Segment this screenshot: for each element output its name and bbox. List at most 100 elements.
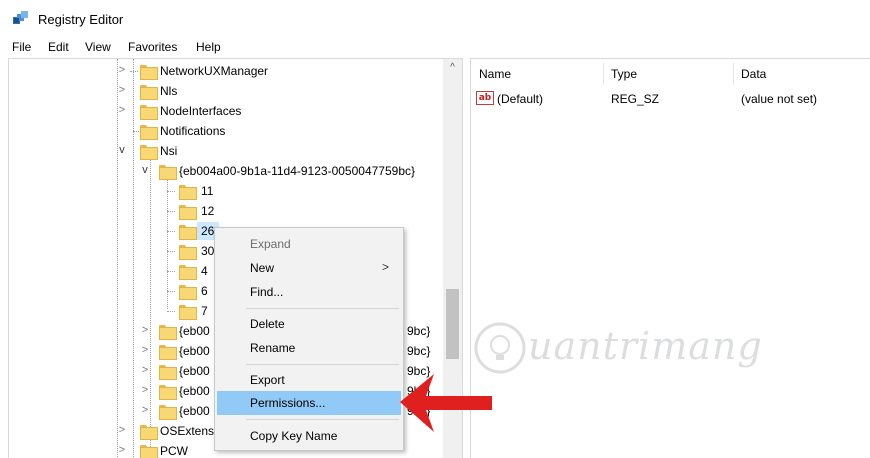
tree-item-label: 7 [201,304,208,318]
menu-view[interactable]: View [85,40,111,54]
tree-item-nls[interactable]: > Nls [9,81,462,101]
tree-item-label: PCW [160,444,188,458]
folder-icon [179,205,197,220]
tree-item-label: {eb00 [179,404,210,418]
folder-icon [140,445,158,458]
scroll-thumb[interactable] [446,289,459,359]
chevron-right-icon[interactable]: > [117,424,127,436]
tree-item-label: OSExtens [160,424,215,438]
menu-help[interactable]: Help [196,40,221,54]
menu-item-expand[interactable]: Expand [217,232,401,256]
folder-icon [140,85,158,100]
folder-icon [159,325,177,340]
folder-icon [179,185,197,200]
column-header-name[interactable]: Name [479,67,511,81]
submenu-arrow-icon: > [381,260,389,274]
tree-item-label: NodeInterfaces [160,104,242,118]
menu-bar: File Edit View Favorites Help [0,38,870,58]
tree-connector [167,231,175,232]
tree-item-nsi[interactable]: v Nsi [9,141,462,161]
tree-connector [167,271,175,272]
tree-item-label: 4 [201,264,208,278]
folder-icon [179,245,197,260]
folder-icon [179,285,197,300]
folder-icon [179,225,197,240]
chevron-right-icon[interactable]: > [140,364,150,376]
tree-item-label: {eb00 [179,384,210,398]
tree-connector [167,251,175,252]
tree-item-label-suffix: 9bc} [407,344,431,358]
folder-icon [140,65,158,80]
tree-item-label: Nls [160,84,178,98]
menu-item-label: Copy Key Name [250,429,338,443]
menu-item-label: Delete [250,317,285,331]
menu-favorites[interactable]: Favorites [128,40,177,54]
tree-item-label: 26 [201,224,215,238]
tree-item-label: Notifications [160,124,226,138]
menu-item-copy-key-name[interactable]: Copy Key Name [217,424,401,448]
tree-item-label: 30 [201,244,215,258]
chevron-right-icon[interactable]: > [140,324,150,336]
menu-item-label: Permissions... [250,396,326,410]
menu-separator [246,364,399,365]
chevron-right-icon[interactable]: > [140,344,150,356]
folder-icon [159,385,177,400]
value-name: (Default) [497,92,544,106]
tree-item-networkuxmanager[interactable]: > NetworkUXManager [9,61,462,81]
tree-item-label: 12 [201,204,215,218]
column-separator[interactable] [733,63,734,85]
tree-item-notifications[interactable]: Notifications [9,121,462,141]
window-title: Registry Editor [38,12,124,27]
chevron-down-icon[interactable]: v [117,144,127,156]
menu-file[interactable]: File [12,40,31,54]
tree-connector [167,291,175,292]
menu-item-label: Rename [250,341,296,355]
menu-item-delete[interactable]: Delete [217,312,401,336]
value-type: REG_SZ [611,92,660,106]
menu-item-label: Expand [250,237,291,251]
menu-edit[interactable]: Edit [48,40,69,54]
registry-editor-icon [13,11,28,24]
tree-item-guid-key[interactable]: v {eb004a00-9b1a-11d4-9123-0050047759bc} [9,161,462,181]
chevron-right-icon[interactable]: > [140,384,150,396]
folder-icon [179,305,197,320]
menu-item-permissions[interactable]: Permissions... [217,391,401,415]
menu-item-find[interactable]: Find... [217,280,401,304]
chevron-right-icon[interactable]: > [117,444,127,456]
column-header-data[interactable]: Data [741,67,766,81]
tree-item-nodeinterfaces[interactable]: > NodeInterfaces [9,101,462,121]
menu-item-rename[interactable]: Rename [217,336,401,360]
tree-connector [130,71,138,72]
folder-icon [159,165,177,180]
menu-item-label: New [250,261,275,275]
chevron-right-icon[interactable]: > [140,404,150,416]
tree-item-label: 6 [201,284,208,298]
watermark: uantrimang [470,318,770,378]
chevron-down-icon[interactable]: v [140,164,150,176]
scroll-up-icon[interactable]: ^ [443,59,462,76]
folder-icon [159,405,177,420]
column-separator[interactable] [603,63,604,85]
column-header-type[interactable]: Type [611,67,637,81]
menu-item-new[interactable]: New > [217,256,401,280]
folder-icon [140,105,158,120]
tree-item-label: {eb004a00-9b1a-11d4-9123-0050047759bc} [179,164,415,178]
chevron-right-icon[interactable]: > [117,104,127,116]
tree-item-12[interactable]: 12 [9,201,462,221]
tree-item-label: NetworkUXManager [160,64,269,78]
tree-item-label-suffix: 9bc} [407,324,431,338]
red-arrow-annotation-icon [400,374,492,432]
tree-item-11[interactable]: 11 [9,181,462,201]
menu-item-export[interactable]: Export [217,368,401,392]
tree-item-label: {eb00 [179,364,210,378]
folder-icon [159,365,177,380]
menu-item-label: Find... [250,285,284,299]
values-list-pane[interactable]: Name Type Data ab (Default) REG_SZ (valu… [470,58,870,458]
chevron-right-icon[interactable]: > [117,64,127,76]
chevron-right-icon[interactable]: > [117,84,127,96]
tree-connector [167,191,175,192]
title-bar: Registry Editor [0,0,870,38]
menu-separator [246,419,399,420]
lightbulb-logo-icon [474,322,526,374]
value-data: (value not set) [741,92,818,106]
